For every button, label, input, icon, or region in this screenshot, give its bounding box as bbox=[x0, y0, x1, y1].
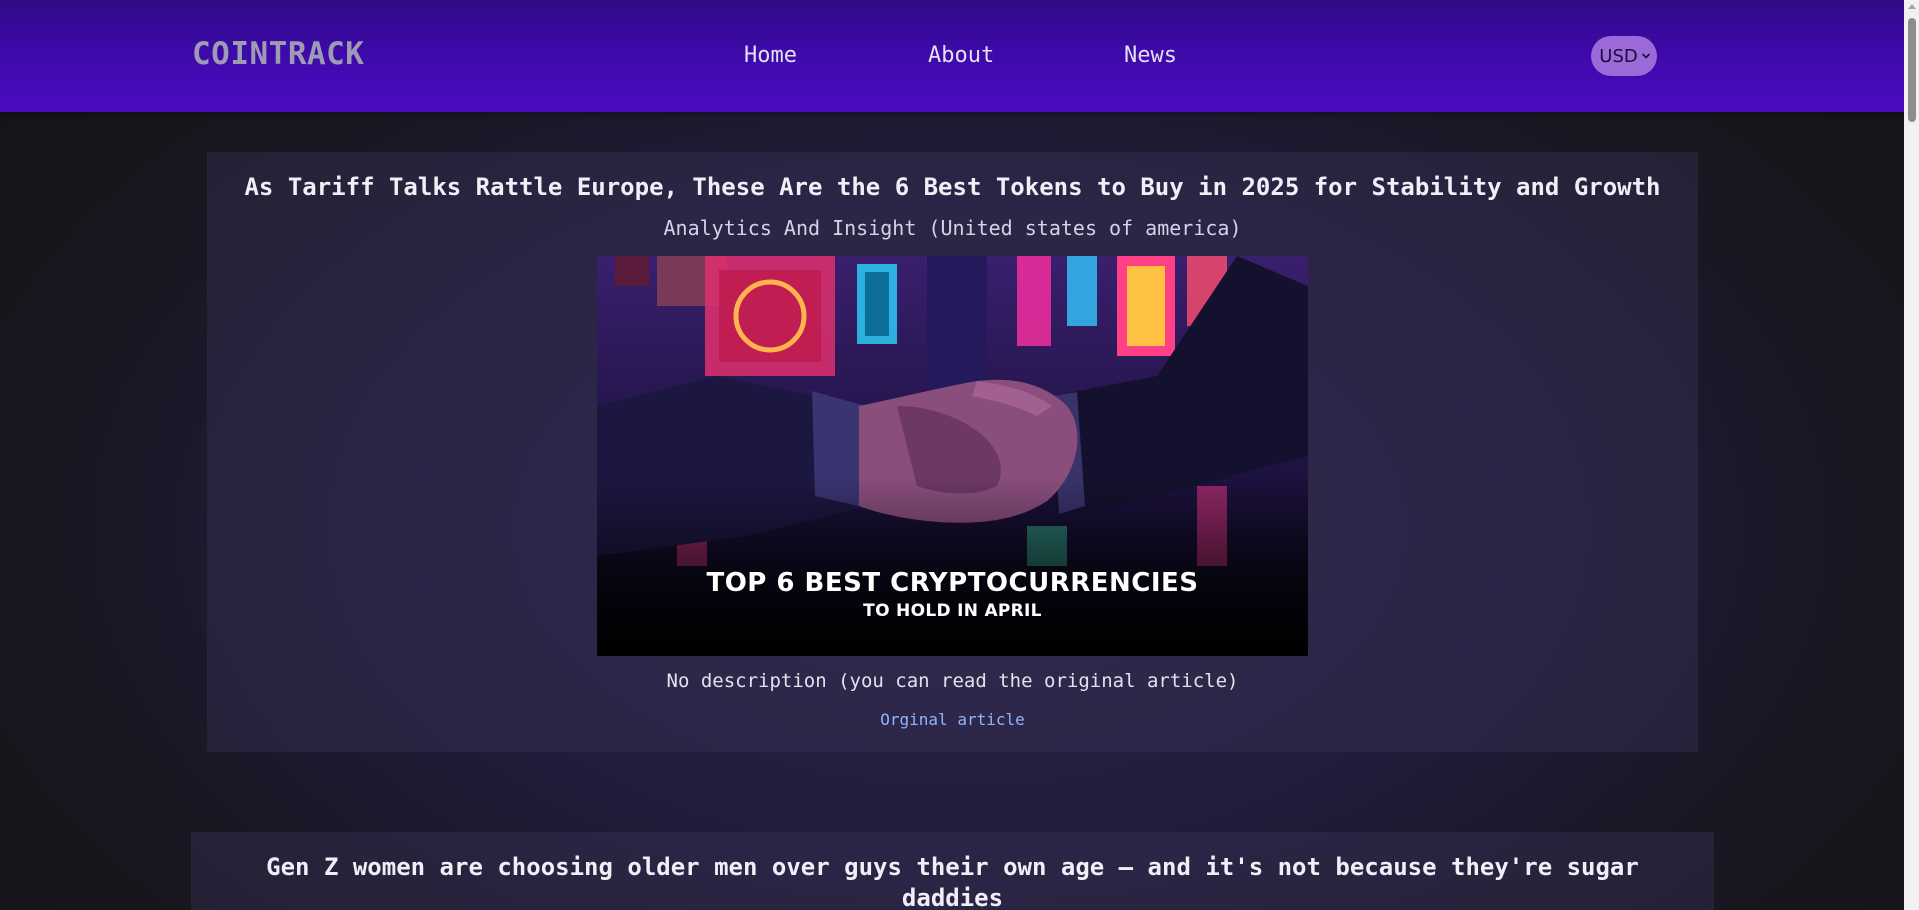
page-scrollbar[interactable] bbox=[1904, 0, 1919, 910]
image-subheadline: TO HOLD IN APRIL bbox=[863, 601, 1042, 621]
image-headline: TOP 6 BEST CRYPTOCURRENCIES bbox=[706, 568, 1198, 598]
handshake-illustration: TOP 6 BEST CRYPTOCURRENCIES TO HOLD IN A… bbox=[597, 256, 1308, 656]
article-card: As Tariff Talks Rattle Europe, These Are… bbox=[207, 152, 1698, 752]
currency-select[interactable]: USD bbox=[1591, 36, 1657, 76]
chevron-down-icon bbox=[1641, 53, 1650, 59]
nav-link-about[interactable]: About bbox=[928, 43, 994, 68]
article-title: As Tariff Talks Rattle Europe, These Are… bbox=[244, 173, 1661, 201]
nav-link-news[interactable]: News bbox=[1124, 43, 1177, 68]
scrollbar-thumb[interactable] bbox=[1908, 18, 1916, 122]
article-source: Analytics And Insight (United states of … bbox=[663, 216, 1242, 240]
top-navbar: COINTRACK Home About News USD bbox=[0, 0, 1904, 112]
article-description: No description (you can read the origina… bbox=[666, 670, 1239, 692]
page: COINTRACK Home About News USD As Tariff … bbox=[0, 0, 1919, 910]
article-image: TOP 6 BEST CRYPTOCURRENCIES TO HOLD IN A… bbox=[597, 256, 1308, 656]
article-card: Gen Z women are choosing older men over … bbox=[191, 832, 1714, 910]
scroll-up-arrow-icon[interactable] bbox=[1908, 4, 1916, 9]
nav-link-home[interactable]: Home bbox=[744, 43, 797, 68]
original-article-link[interactable]: Orginal article bbox=[207, 710, 1698, 729]
currency-select-value: USD bbox=[1599, 45, 1638, 67]
article-title: Gen Z women are choosing older men over … bbox=[266, 853, 1639, 910]
